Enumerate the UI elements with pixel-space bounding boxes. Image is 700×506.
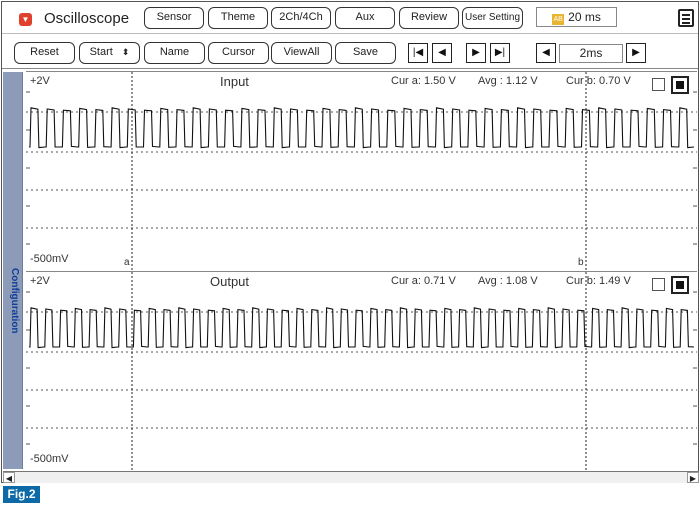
time-range-value: 20 ms	[568, 10, 601, 24]
reset-button[interactable]: Reset	[14, 42, 75, 64]
user-setting-button[interactable]: User Setting	[462, 7, 523, 29]
output-waveform-plot	[26, 272, 697, 470]
cursor-a-value: Cur a: 0.71 V	[391, 275, 456, 287]
cursor-b-marker[interactable]: b	[578, 257, 584, 268]
start-select[interactable]: Start ⬍	[79, 42, 140, 64]
scale-top-label: +2V	[30, 275, 50, 287]
channel-title: Input	[220, 74, 249, 89]
name-button[interactable]: Name	[144, 42, 205, 64]
scale-bottom-label: -500mV	[30, 453, 69, 465]
scale-bottom-label: -500mV	[30, 253, 69, 265]
channel-title: Output	[210, 274, 250, 289]
cursor-a-value: Cur a: 1.50 V	[391, 75, 456, 87]
menu-icon[interactable]	[678, 9, 694, 27]
channel-checkbox[interactable]	[652, 278, 665, 291]
cursor-b-value: Cur b: 0.70 V	[566, 75, 631, 87]
aux-button[interactable]: Aux	[335, 7, 395, 29]
app-menu-icon[interactable]: ▼	[19, 13, 32, 26]
average-value: Avg : 1.12 V	[478, 75, 538, 87]
signal-trace	[29, 107, 695, 149]
time-range-display[interactable]: AB 20 ms	[536, 7, 617, 27]
time-div-display: 2ms	[559, 44, 623, 63]
cursor-button[interactable]: Cursor	[208, 42, 269, 64]
theme-button[interactable]: Theme	[208, 7, 268, 29]
average-value: Avg : 1.08 V	[478, 275, 538, 287]
input-waveform-plot	[26, 72, 697, 270]
scale-top-label: +2V	[30, 75, 50, 87]
configuration-tab[interactable]: Configuration	[3, 72, 23, 469]
cursor-a-marker[interactable]: a	[124, 257, 130, 268]
review-button[interactable]: Review	[399, 7, 459, 29]
skip-start-icon[interactable]: |◀	[408, 43, 428, 63]
figure-label: Fig.2	[3, 486, 40, 503]
updown-icon: ⬍	[121, 47, 130, 57]
save-button[interactable]: Save	[335, 42, 396, 64]
channel-checkbox[interactable]	[652, 78, 665, 91]
time-decrease-icon[interactable]: ◀	[536, 43, 556, 63]
oscilloscope-window: ▼ Oscilloscope Sensor Theme 2Ch/4Ch Aux …	[1, 1, 699, 483]
channels-button[interactable]: 2Ch/4Ch	[271, 7, 331, 29]
time-increase-icon[interactable]: ▶	[626, 43, 646, 63]
input-channel-panel: +2V Input Cur a: 1.50 V Avg : 1.12 V Cur…	[26, 71, 697, 270]
channel-expand-icon[interactable]	[671, 76, 689, 94]
signal-trace	[29, 307, 695, 349]
top-toolbar: ▼ Oscilloscope Sensor Theme 2Ch/4Ch Aux …	[2, 2, 698, 34]
step-forward-icon[interactable]: ▶	[466, 43, 486, 63]
output-channel-panel: +2V Output Cur a: 0.71 V Avg : 1.08 V Cu…	[26, 271, 697, 470]
viewall-button[interactable]: ViewAll	[271, 42, 332, 64]
app-title: Oscilloscope	[44, 10, 130, 27]
configuration-label: Configuration	[9, 268, 20, 334]
cursor-b-value: Cur b: 1.49 V	[566, 275, 631, 287]
horizontal-scrollbar[interactable]: ◀ ▶	[3, 471, 699, 483]
skip-end-icon[interactable]: ▶|	[490, 43, 510, 63]
step-back-icon[interactable]: ◀	[432, 43, 452, 63]
timebase-icon: AB	[552, 14, 565, 25]
start-label: Start	[89, 46, 113, 58]
sensor-button[interactable]: Sensor	[144, 7, 204, 29]
scroll-right-icon[interactable]: ▶	[687, 472, 699, 483]
scroll-left-icon[interactable]: ◀	[3, 472, 15, 483]
channel-expand-icon[interactable]	[671, 276, 689, 294]
